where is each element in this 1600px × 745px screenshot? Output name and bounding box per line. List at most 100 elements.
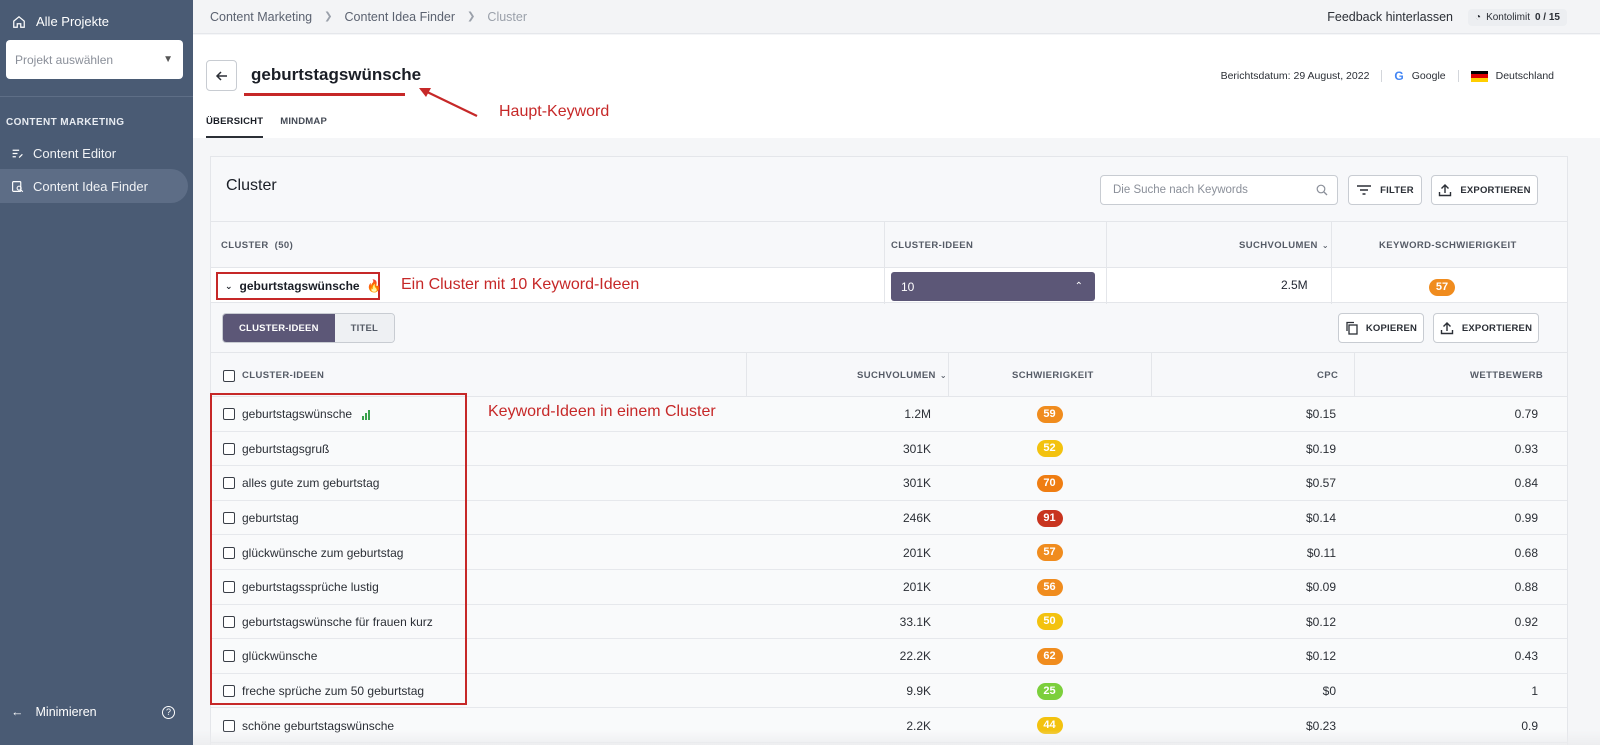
project-select[interactable]: Projekt auswählen ▼ — [6, 40, 183, 79]
table-row[interactable]: geburtstagswünsche für frauen kurz 33.1K… — [211, 604, 1567, 640]
chevron-down-icon: ▼ — [163, 54, 173, 65]
filter-button[interactable]: FILTER — [1348, 175, 1422, 205]
feedback-link[interactable]: Feedback hinterlassen — [1327, 10, 1453, 24]
keyword-search-input[interactable]: Die Suche nach Keywords — [1100, 175, 1338, 205]
annotation-keyword-ideas: Keyword-Ideen in einem Cluster — [488, 403, 716, 420]
column-volume[interactable]: SUCHVOLUMEN ⌄ — [857, 353, 947, 398]
table-row[interactable]: freche sprüche zum 50 geburtstag 9.9K 25… — [211, 673, 1567, 709]
annotation-main-keyword: Haupt-Keyword — [499, 103, 610, 120]
volume-cell: 301K — [902, 476, 931, 491]
divider — [1354, 353, 1355, 398]
table-row[interactable]: glückwünsche zum geburtstag 201K 57 $0.1… — [211, 535, 1567, 570]
difficulty-cell: 62 — [948, 639, 1151, 674]
sidebar: Alle Projekte Projekt auswählen ▼ CONTEN… — [0, 0, 193, 745]
upload-icon — [1439, 184, 1452, 197]
row-checkbox[interactable] — [223, 650, 235, 663]
table-row[interactable]: geburtstag 246K 91 $0.14 0.99 — [211, 500, 1567, 536]
cpc-cell: $0.57 — [1305, 476, 1336, 491]
filter-icon — [1357, 185, 1372, 195]
edit-list-icon — [12, 149, 23, 158]
cluster-row[interactable]: ⌄ geburtstagswünsche 🔥 Ein Cluster mit 1… — [211, 267, 1567, 304]
keyword-cell: glückwünsche zum geburtstag — [223, 535, 403, 570]
row-checkbox[interactable] — [223, 581, 235, 594]
report-info: Berichtsdatum: 29 August, 2022 G Google … — [1221, 69, 1554, 83]
difficulty-badge: 25 — [1036, 682, 1063, 700]
idea-search-icon — [12, 180, 24, 192]
competition-cell: 0.84 — [1514, 476, 1538, 491]
cpc-cell: $0.15 — [1305, 407, 1336, 422]
row-checkbox[interactable] — [223, 442, 235, 455]
difficulty-cell: 50 — [948, 605, 1151, 640]
sidebar-item-content-idea-finder[interactable]: Content Idea Finder — [0, 169, 188, 203]
volume-cell: 1.2M — [904, 407, 931, 422]
sidebar-item-content-editor[interactable]: Content Editor — [0, 136, 188, 170]
column-competition: WETTBEWERB — [1470, 370, 1544, 381]
breadcrumb-current: Cluster — [487, 9, 528, 24]
export-button[interactable]: EXPORTIEREN — [1431, 175, 1538, 205]
breadcrumb: Content Marketing ❯ Content Idea Finder … — [193, 0, 1600, 34]
row-checkbox[interactable] — [223, 408, 235, 421]
column-cpc: CPC — [1317, 370, 1339, 381]
divider — [1457, 70, 1459, 82]
tab-mindmap[interactable]: MINDMAP — [280, 116, 327, 138]
cluster-ideas-dropdown[interactable]: 10 ⌃ — [891, 272, 1095, 301]
segment-cluster-ideas[interactable]: CLUSTER-IDEEN — [223, 314, 335, 342]
cpc-cell: $0.12 — [1305, 649, 1336, 664]
column-cluster: CLUSTER (50) — [221, 222, 293, 268]
column-label: CLUSTER — [221, 239, 269, 251]
row-checkbox[interactable] — [223, 615, 235, 628]
all-projects-link[interactable]: Alle Projekte — [12, 14, 109, 29]
export-ideas-button[interactable]: EXPORTIEREN — [1433, 313, 1539, 343]
report-date: Berichtsdatum: 29 August, 2022 — [1220, 70, 1370, 82]
column-search-volume[interactable]: SUCHVOLUMEN ⌄ — [1239, 222, 1329, 268]
chevron-right-icon: ❯ — [324, 11, 333, 22]
table-row[interactable]: alles gute zum geburtstag 301K 70 $0.57 … — [211, 466, 1567, 501]
minimize-button[interactable]: ← Minimieren — [11, 705, 97, 719]
divider — [746, 353, 747, 398]
keyword-cell: geburtstagswünsche für frauen kurz — [223, 605, 433, 640]
row-checkbox[interactable] — [223, 546, 235, 559]
tab-overview[interactable]: ÜBERSICHT — [206, 116, 264, 138]
select-all-checkbox[interactable] — [223, 369, 235, 382]
card-title: Cluster — [226, 177, 277, 194]
row-checkbox[interactable] — [223, 477, 235, 490]
help-icon[interactable]: ? — [162, 705, 175, 719]
competition-cell: 0.68 — [1514, 545, 1538, 560]
breadcrumb-item[interactable]: Content Marketing — [210, 10, 312, 24]
volume-cell: 9.9K — [906, 684, 931, 699]
table-row[interactable]: glückwünsche 22.2K 62 $0.12 0.43 — [211, 639, 1567, 674]
table-row[interactable]: geburtstagsgruß 301K 52 $0.19 0.93 — [211, 431, 1567, 467]
search-icon — [1316, 184, 1328, 196]
difficulty-cell: 52 — [948, 432, 1151, 467]
divider — [1106, 222, 1107, 268]
page-header: geburtstagswünsche Haupt-Keyword Bericht… — [193, 35, 1600, 138]
account-limit-badge[interactable]: ◔ Kontolimit 0 / 15 — [1468, 8, 1567, 26]
minimize-bar: ← Minimieren ? — [0, 705, 193, 719]
divider — [1381, 70, 1383, 82]
back-button[interactable] — [206, 60, 237, 91]
column-label: SUCHVOLUMEN — [1239, 239, 1318, 251]
cpc-cell: $0.09 — [1305, 580, 1336, 595]
competition-cell: 0.99 — [1514, 511, 1538, 526]
column-cluster-ideas: CLUSTER-IDEEN — [891, 239, 974, 251]
sidebar-item-label: Content Editor — [33, 145, 117, 161]
table-row[interactable]: geburtstagswünsche 1.2M 59 $0.15 0.79 — [211, 397, 1567, 432]
difficulty-cell: 59 — [948, 397, 1151, 432]
topbar-actions: Feedback hinterlassen ◔ Kontolimit 0 / 1… — [1327, 0, 1567, 34]
segment-titles[interactable]: TITEL — [334, 314, 395, 342]
difficulty-cell: 25 — [948, 674, 1151, 709]
table-row[interactable]: geburtstagssprüche lustig 201K 56 $0.09 … — [211, 569, 1567, 605]
difficulty-badge: 56 — [1036, 578, 1063, 596]
divider — [1331, 222, 1332, 268]
limit-value: 0 / 15 — [1534, 11, 1560, 23]
breadcrumb-item[interactable]: Content Idea Finder — [345, 10, 456, 24]
copy-button[interactable]: KOPIEREN — [1338, 313, 1424, 343]
keyword-text: alles gute zum geburtstag — [242, 476, 380, 491]
keyword-text: glückwünsche zum geburtstag — [242, 545, 404, 560]
divider — [1106, 268, 1107, 304]
cluster-name-toggle[interactable]: ⌄ geburtstagswünsche 🔥 — [216, 272, 382, 300]
cpc-cell: $0.11 — [1306, 545, 1336, 560]
row-checkbox[interactable] — [223, 512, 235, 525]
cluster-difficulty-badge: 57 — [1429, 277, 1455, 296]
row-checkbox[interactable] — [223, 685, 235, 698]
